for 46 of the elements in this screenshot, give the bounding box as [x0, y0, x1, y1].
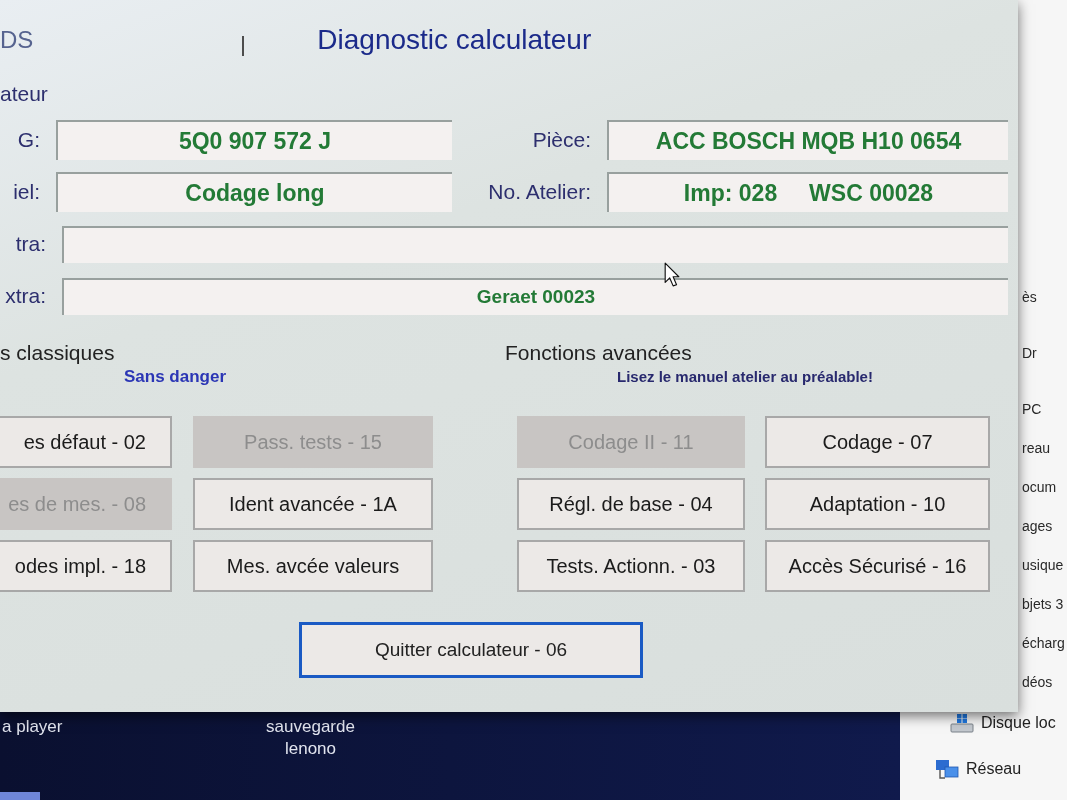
- group-label: ateur: [0, 82, 48, 106]
- section-heading: Fonctions avancées: [505, 340, 692, 366]
- window-title: Diagnostic calculateur: [317, 24, 592, 56]
- field-label: tra:: [15, 232, 46, 256]
- nav-item[interactable]: reau: [1022, 438, 1051, 458]
- nav-item[interactable]: Réseau: [935, 759, 1022, 779]
- field-label: G:: [17, 128, 40, 152]
- value-field: Codage long: [56, 172, 452, 212]
- nav-item[interactable]: PC: [1022, 399, 1042, 419]
- desktop-icon-label[interactable]: a player: [0, 716, 63, 738]
- nav-item[interactable]: ages: [1022, 516, 1053, 536]
- function-button[interactable]: Codage - 07: [765, 416, 990, 468]
- value-field: Imp: 028 WSC 00028: [607, 172, 1008, 212]
- function-button[interactable]: Ident avancée - 1A: [193, 478, 433, 530]
- field-label: xtra:: [5, 284, 46, 308]
- function-button[interactable]: es défaut - 02: [0, 416, 172, 468]
- function-button[interactable]: Accès Sécurisé - 16: [765, 540, 990, 592]
- function-button[interactable]: Adaptation - 10: [765, 478, 990, 530]
- network-icon: [935, 759, 959, 779]
- nav-item[interactable]: ès: [1022, 287, 1037, 307]
- taskbar-button[interactable]: [0, 792, 40, 800]
- nav-item[interactable]: Disque loc: [950, 713, 1056, 733]
- nav-item[interactable]: déos: [1022, 672, 1053, 692]
- quit-button[interactable]: Quitter calculateur - 06: [299, 622, 643, 678]
- value-field: 5Q0 907 572 J: [56, 120, 452, 160]
- value-field: ACC BOSCH MQB H10 0654: [607, 120, 1008, 160]
- nav-item[interactable]: usique: [1022, 555, 1064, 575]
- nav-item[interactable]: écharg: [1022, 633, 1065, 653]
- drive-icon: [950, 713, 974, 733]
- nav-item[interactable]: Dr: [1022, 343, 1037, 363]
- function-button[interactable]: Tests. Actionn. - 03: [517, 540, 745, 592]
- mouse-pointer-icon: [664, 262, 680, 287]
- field-label: iel:: [13, 180, 40, 204]
- function-button[interactable]: odes impl. - 18: [0, 540, 172, 592]
- field-label: Pièce:: [532, 128, 591, 152]
- function-button[interactable]: Régl. de base - 04: [517, 478, 745, 530]
- section-note: Sans danger: [124, 366, 227, 388]
- field-label: No. Atelier:: [488, 180, 591, 204]
- function-button[interactable]: Mes. avcée valeurs: [193, 540, 433, 592]
- nav-item[interactable]: ocum: [1022, 477, 1057, 497]
- nav-item[interactable]: bjets 3: [1022, 594, 1064, 614]
- desktop-icon-label[interactable]: sauvegarde lenono: [255, 716, 366, 760]
- section-note: Lisez le manuel atelier au préalable!: [617, 367, 873, 387]
- section-heading: s classiques: [0, 340, 115, 366]
- app-name: DS: [0, 26, 34, 54]
- value-field: Geraet 00023: [62, 277, 1008, 315]
